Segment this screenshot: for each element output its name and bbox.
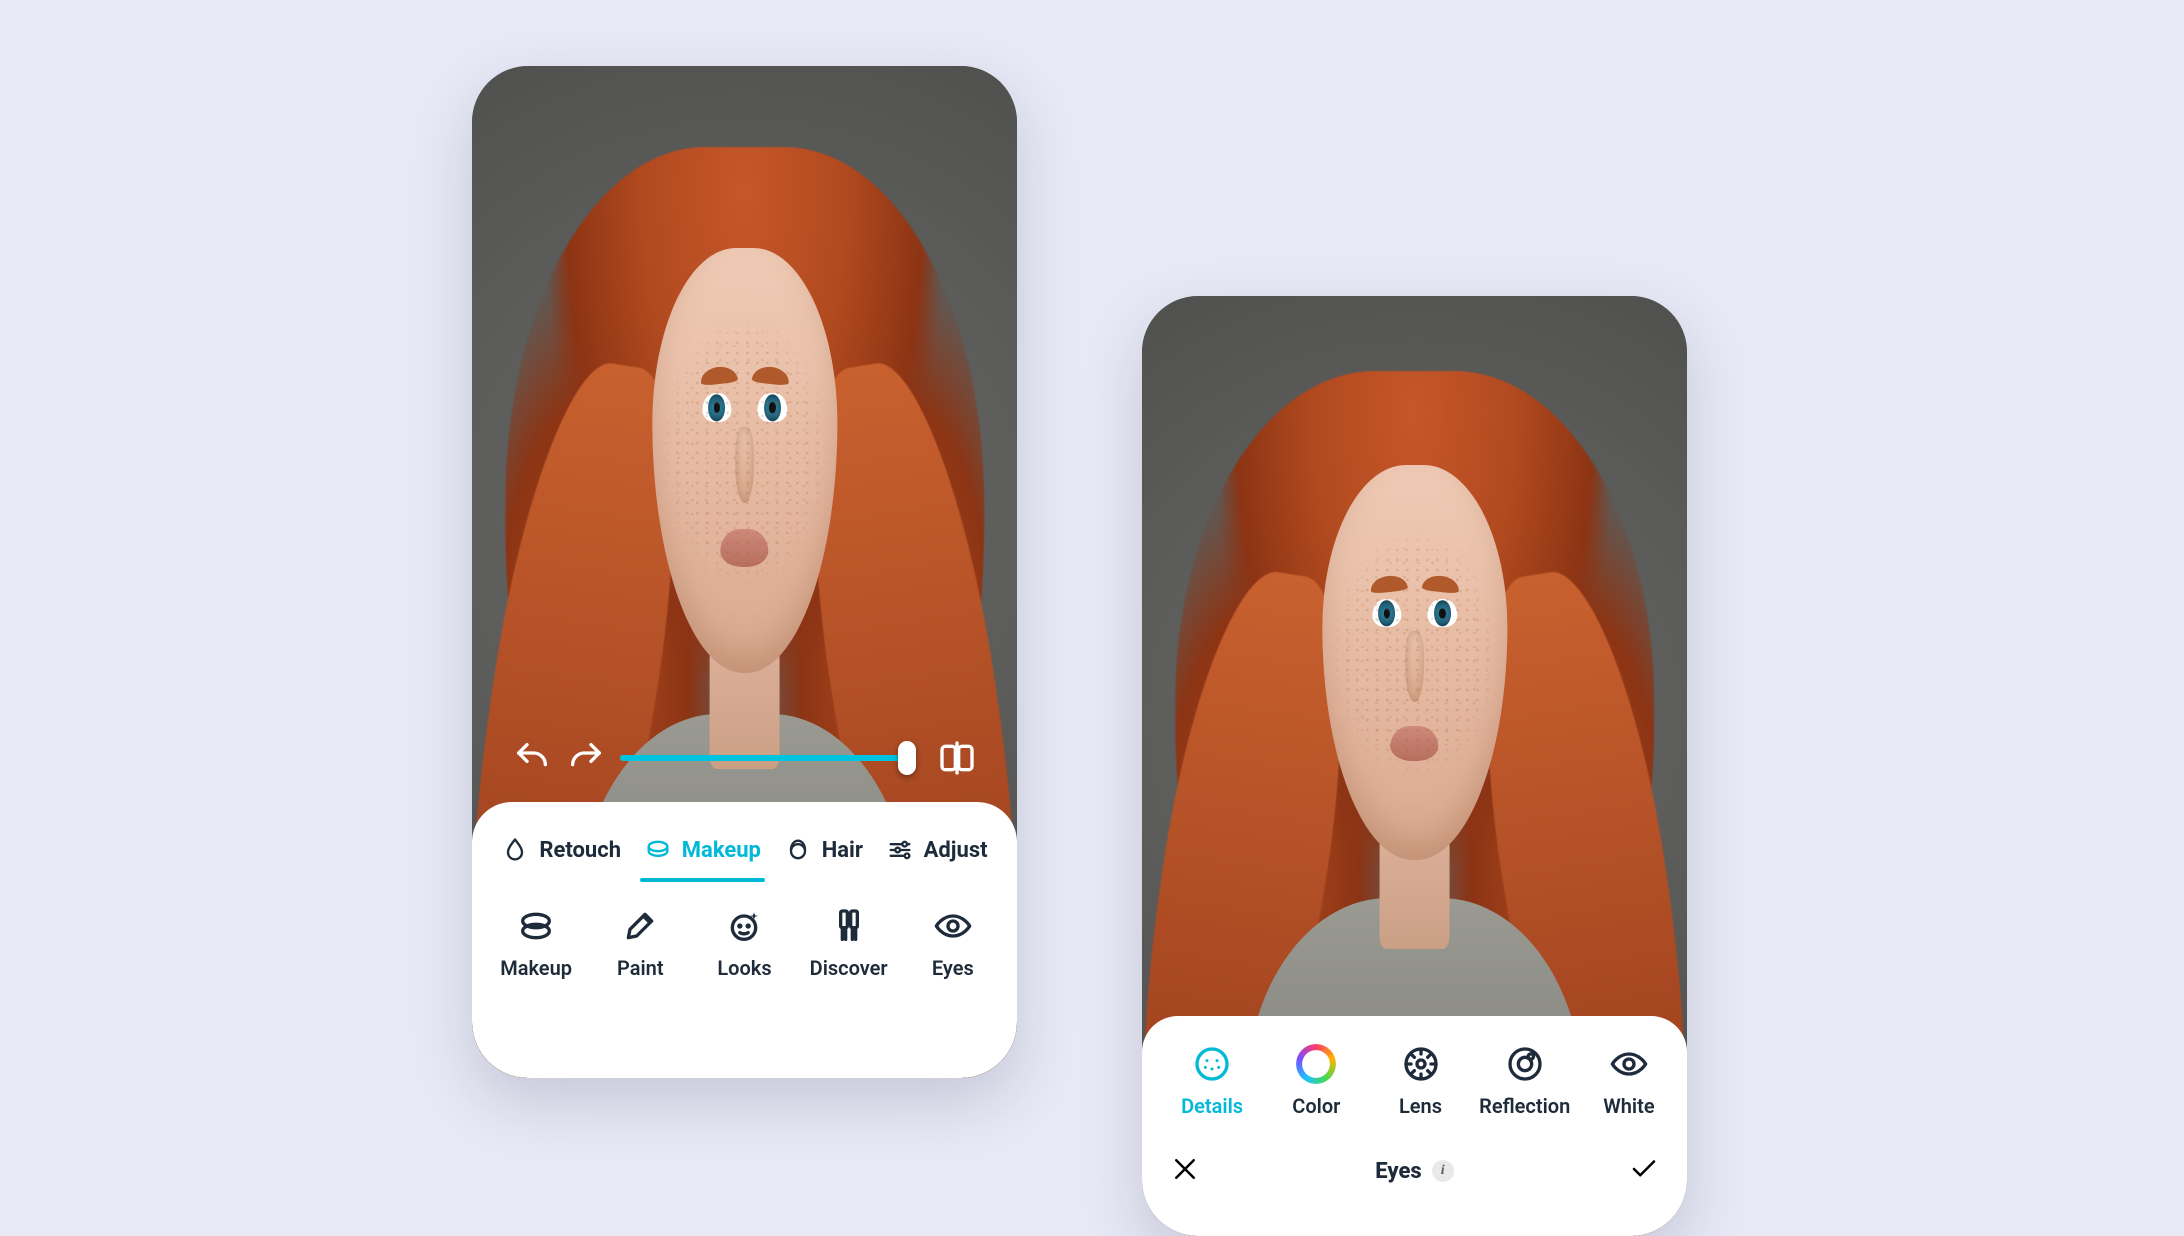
lens-icon (1401, 1044, 1441, 1084)
dots-circle-icon (1192, 1044, 1232, 1084)
tab-adjust[interactable]: Adjust (882, 828, 992, 872)
makeup-icon (644, 836, 672, 864)
subtool-color[interactable]: Color (1264, 1040, 1368, 1136)
confirm-button[interactable] (1629, 1154, 1659, 1188)
photo-controls (472, 726, 1017, 790)
subtool-white[interactable]: White (1577, 1040, 1681, 1136)
tool-label: Looks (717, 956, 771, 980)
color-ring-icon (1296, 1044, 1336, 1084)
hair-icon (784, 836, 812, 864)
tab-makeup[interactable]: Makeup (640, 828, 765, 872)
editor-panel: Retouch Makeup Hair Adjust Ma (472, 802, 1017, 1078)
tool-label: Paint (617, 956, 664, 980)
drop-icon (501, 836, 529, 864)
sparkle-face-icon (724, 906, 764, 946)
sliders-icon (886, 836, 914, 864)
eyes-subpanel: Details Color Lens Reflection White (1142, 1016, 1687, 1236)
cancel-button[interactable] (1170, 1154, 1200, 1188)
tool-paint[interactable]: Paint (590, 906, 690, 980)
intensity-slider[interactable] (620, 738, 907, 778)
tool-eyes[interactable]: Eyes (903, 906, 1003, 980)
eye-icon (1609, 1044, 1649, 1084)
tool-row: Makeup Paint Looks Discover Eyes (472, 884, 1017, 1022)
tab-hair[interactable]: Hair (780, 828, 867, 872)
double-brush-icon (829, 906, 869, 946)
tool-looks[interactable]: Looks (694, 906, 794, 980)
tool-label: Eyes (932, 956, 974, 980)
undo-icon (512, 738, 552, 778)
tab-label: Adjust (924, 838, 988, 863)
eye-icon (933, 906, 973, 946)
phone-mockup-left: Retouch Makeup Hair Adjust Ma (472, 66, 1017, 1078)
subtool-lens[interactable]: Lens (1368, 1040, 1472, 1136)
tool-label: Discover (810, 956, 888, 980)
undo-button[interactable] (512, 738, 552, 778)
check-icon (1629, 1154, 1659, 1184)
eyes-actionbar: Eyes i (1142, 1136, 1687, 1210)
subtool-label: Reflection (1479, 1094, 1570, 1118)
compact-icon (516, 906, 556, 946)
redo-button[interactable] (566, 738, 606, 778)
phone-mockup-right: Details Color Lens Reflection White (1142, 296, 1687, 1236)
tool-discover[interactable]: Discover (799, 906, 899, 980)
subtool-details[interactable]: Details (1160, 1040, 1264, 1136)
slider-thumb[interactable] (898, 741, 916, 775)
info-button[interactable]: i (1432, 1160, 1454, 1182)
compare-button[interactable] (937, 738, 977, 778)
subtool-reflection[interactable]: Reflection (1473, 1040, 1577, 1136)
brush-icon (620, 906, 660, 946)
reflection-icon (1505, 1044, 1545, 1084)
close-icon (1170, 1154, 1200, 1184)
redo-icon (566, 738, 606, 778)
subtool-label: Details (1181, 1094, 1243, 1118)
tool-label: Makeup (500, 956, 572, 980)
eyes-subtools: Details Color Lens Reflection White (1142, 1034, 1687, 1136)
subtool-label: White (1603, 1094, 1654, 1118)
tab-label: Hair (822, 838, 863, 863)
subtool-label: Lens (1399, 1094, 1442, 1118)
category-tabs: Retouch Makeup Hair Adjust (472, 816, 1017, 884)
tab-retouch[interactable]: Retouch (497, 828, 625, 872)
tab-label: Retouch (539, 838, 621, 863)
section-title-text: Eyes (1375, 1159, 1421, 1184)
subtool-label: Color (1292, 1094, 1340, 1118)
tab-label: Makeup (682, 838, 761, 863)
section-title: Eyes i (1375, 1159, 1453, 1184)
compare-icon (937, 738, 977, 778)
slider-fill (620, 755, 907, 761)
tool-makeup[interactable]: Makeup (486, 906, 586, 980)
